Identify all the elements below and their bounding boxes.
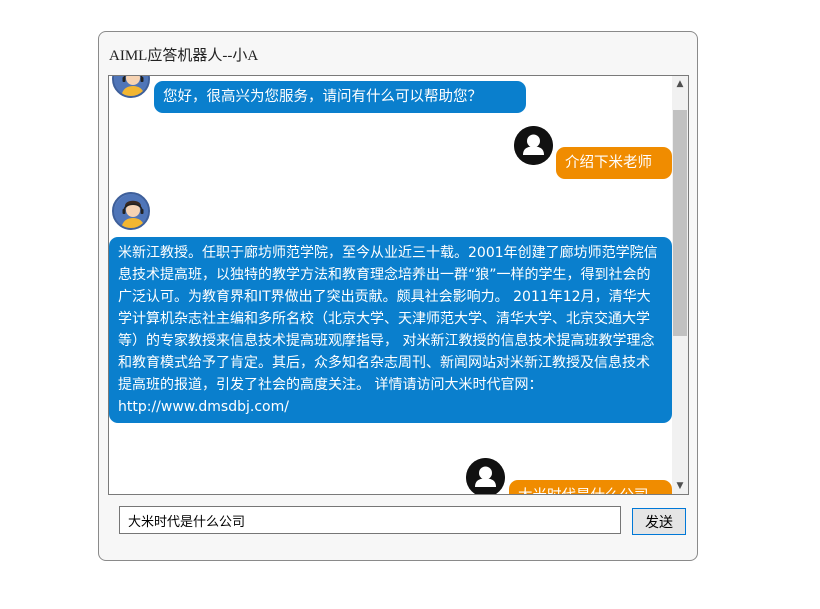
bot-avatar-icon: [112, 76, 150, 98]
chat-history[interactable]: 您好，很高兴为您服务，请问有什么可以帮助您？ 介绍下米老师 米新江教授。任职于廊…: [108, 75, 689, 495]
send-button[interactable]: 发送: [632, 508, 686, 535]
user-avatar-icon: [514, 126, 553, 165]
message-user-1: 介绍下米老师: [556, 147, 672, 179]
scroll-down-arrow-icon[interactable]: ▼: [672, 478, 688, 494]
window-title: AIML应答机器人--小A: [109, 48, 259, 64]
message-bot-2: 米新江教授。任职于廊坊师范学院，至今从业近三十载。2001年创建了廊坊师范学院信…: [109, 237, 672, 423]
message-user-2: 大米时代是什么公司: [509, 480, 672, 494]
scrollbar-thumb[interactable]: [673, 110, 687, 336]
chat-window: AIML应答机器人--小A 您好，很高兴为您服务，请问有什么可以帮助您？ 介绍下…: [98, 31, 698, 561]
message-bot-1: 您好，很高兴为您服务，请问有什么可以帮助您？: [154, 81, 526, 113]
message-list: 您好，很高兴为您服务，请问有什么可以帮助您？ 介绍下米老师 米新江教授。任职于廊…: [109, 76, 674, 494]
scroll-up-arrow-icon[interactable]: ▲: [672, 76, 688, 92]
user-avatar-icon: [466, 458, 505, 494]
chat-scrollbar[interactable]: ▲ ▼: [672, 76, 688, 494]
bot-avatar-icon: [112, 192, 150, 230]
message-input[interactable]: [119, 506, 621, 534]
